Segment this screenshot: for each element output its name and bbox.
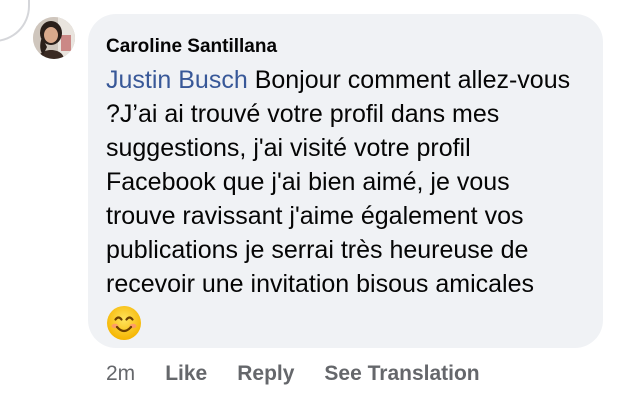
like-button[interactable]: Like	[165, 362, 207, 386]
avatar-photo-icon	[33, 17, 75, 59]
comment-bubble: Caroline Santillana Justin Busch Bonjour…	[88, 14, 603, 348]
thread-connector-line	[0, 0, 30, 42]
smiling-face-emoji-icon	[106, 305, 142, 341]
comment-body: Justin Busch Bonjour comment allez-vous …	[106, 63, 576, 301]
mention-link[interactable]: Justin Busch	[106, 66, 248, 94]
comment-timestamp[interactable]: 2m	[106, 362, 135, 386]
see-translation-button[interactable]: See Translation	[324, 362, 479, 386]
reply-button[interactable]: Reply	[237, 362, 294, 386]
author-avatar[interactable]	[33, 17, 75, 59]
comment-text: Bonjour comment allez-vous ?J’ai ai trou…	[106, 66, 571, 298]
comment-screen: Caroline Santillana Justin Busch Bonjour…	[0, 0, 640, 403]
comment-actions-bar: 2m Like Reply See Translation	[106, 359, 510, 389]
comment-author-name[interactable]: Caroline Santillana	[106, 34, 585, 60]
